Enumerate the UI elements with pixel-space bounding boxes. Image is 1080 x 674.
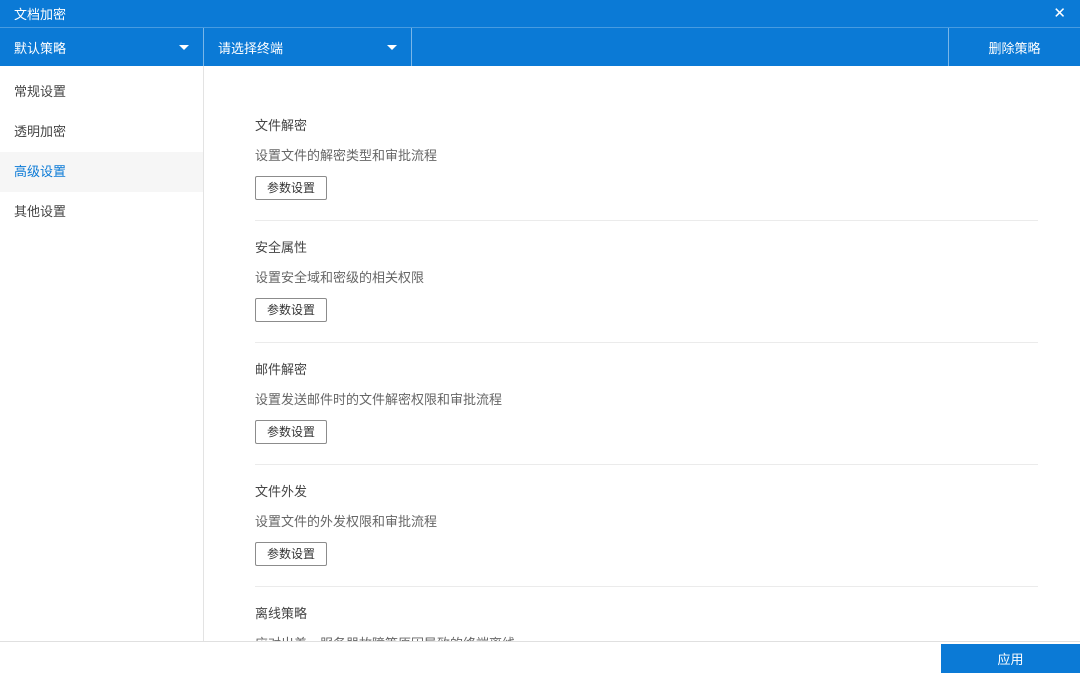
section-title: 安全属性: [255, 240, 308, 255]
terminal-dropdown[interactable]: 请选择终端: [204, 28, 412, 66]
sidebar-item-other[interactable]: 其他设置: [0, 192, 203, 232]
section-mail-decryption: 邮件解密 设置发送邮件时的文件解密权限和审批流程 参数设置: [255, 343, 1038, 465]
policy-dropdown-value: 默认策略: [14, 40, 67, 56]
dialog-title: 文档加密: [14, 7, 67, 22]
section-offline-policy: 离线策略 应对出差、服务器故障等原因导致的终端离线 参数设置: [255, 587, 1038, 641]
section-file-outgoing: 文件外发 设置文件的外发权限和审批流程 参数设置: [255, 465, 1038, 587]
section-file-decryption: 文件解密 设置文件的解密类型和审批流程 参数设置: [255, 99, 1038, 221]
section-description: 设置文件的解密类型和审批流程: [255, 148, 438, 163]
title-bar: 文档加密 ✕: [0, 0, 1080, 28]
policy-dropdown[interactable]: 默认策略: [0, 28, 204, 66]
close-icon[interactable]: ✕: [1053, 6, 1066, 21]
sidebar-item-general[interactable]: 常规设置: [0, 72, 203, 112]
param-settings-button[interactable]: 参数设置: [255, 176, 328, 200]
footer-bar: 应用: [0, 641, 1080, 674]
chevron-down-icon: [179, 44, 189, 50]
section-title: 邮件解密: [255, 362, 308, 377]
section-title: 文件外发: [255, 484, 308, 499]
advanced-settings-panel: 文件解密 设置文件的解密类型和审批流程 参数设置 安全属性 设置安全域和密级的相…: [204, 66, 1080, 641]
delete-policy-button[interactable]: 删除策略: [948, 28, 1080, 66]
apply-button[interactable]: 应用: [941, 644, 1080, 673]
section-description: 设置发送邮件时的文件解密权限和审批流程: [255, 392, 503, 407]
policy-toolbar: 默认策略 请选择终端 删除策略: [0, 28, 1080, 66]
sidebar-item-transparent-encryption[interactable]: 透明加密: [0, 112, 203, 152]
param-settings-button[interactable]: 参数设置: [255, 420, 328, 444]
param-settings-button[interactable]: 参数设置: [255, 542, 328, 566]
document-encryption-dialog: 文档加密 ✕ 默认策略 请选择终端 删除策略 常规设置 透明加密 高级设置 其他…: [0, 0, 1080, 674]
section-description: 设置安全域和密级的相关权限: [255, 270, 425, 285]
section-title: 文件解密: [255, 118, 308, 133]
section-title: 离线策略: [255, 606, 308, 621]
sidebar-item-advanced[interactable]: 高级设置: [0, 152, 203, 192]
settings-sidebar: 常规设置 透明加密 高级设置 其他设置: [0, 66, 204, 641]
chevron-down-icon: [387, 44, 397, 50]
param-settings-button[interactable]: 参数设置: [255, 298, 328, 322]
section-description: 设置文件的外发权限和审批流程: [255, 514, 438, 529]
terminal-dropdown-value: 请选择终端: [218, 40, 284, 56]
main-area: 常规设置 透明加密 高级设置 其他设置 文件解密 设置文件的解密类型和审批流程 …: [0, 66, 1080, 641]
section-security-attributes: 安全属性 设置安全域和密级的相关权限 参数设置: [255, 221, 1038, 343]
